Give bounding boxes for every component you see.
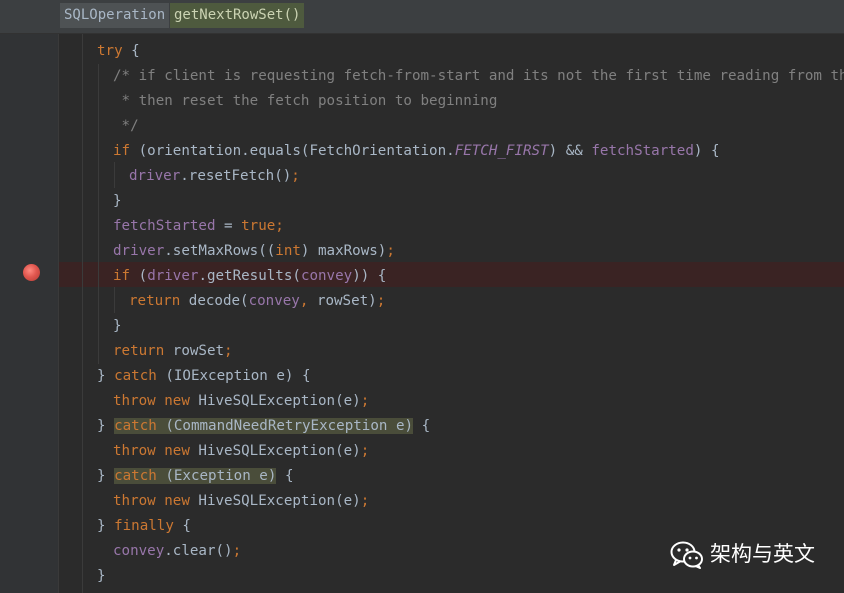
wechat-icon [670, 541, 703, 569]
breadcrumb-method[interactable]: getNextRowSet() [170, 3, 305, 28]
code-line[interactable]: driver.resetFetch(); [129, 164, 300, 189]
code-line[interactable]: if (orientation.equals(FetchOrientation.… [113, 139, 720, 164]
breadcrumb-class[interactable]: SQLOperation [60, 3, 170, 28]
code-line[interactable]: return rowSet; [113, 339, 233, 364]
code-comment[interactable]: * then reset the fetch position to begin… [113, 89, 498, 114]
code-line[interactable]: throw new HiveSQLException(e); [113, 389, 369, 414]
keyword: try [97, 43, 123, 59]
watermark-text: 架构与英文 [710, 542, 815, 566]
code-line[interactable]: } finally { [97, 514, 191, 539]
usage-highlight: catch (CommandNeedRetryException e) [114, 418, 414, 434]
code-line[interactable]: driver.setMaxRows((int) maxRows); [113, 239, 395, 264]
watermark: 架构与英文 [670, 538, 815, 570]
code-editor[interactable]: SQLOperation getNextRowSet() try { /* if… [0, 0, 844, 593]
code-line[interactable]: } catch (IOException e) { [97, 364, 311, 389]
code-line[interactable]: } catch (CommandNeedRetryException e) { [97, 414, 430, 439]
code-line[interactable]: convey.clear(); [113, 539, 241, 564]
breadcrumb: SQLOperation getNextRowSet() [0, 0, 844, 34]
code-line[interactable]: throw new HiveSQLException(e); [113, 489, 369, 514]
code-comment[interactable]: */ [113, 114, 139, 139]
breakpoint-icon[interactable] [23, 264, 40, 281]
indent-guide [82, 34, 83, 593]
indent-guide [98, 64, 99, 364]
code-line[interactable]: throw new HiveSQLException(e); [113, 439, 369, 464]
code-line[interactable]: } catch (Exception e) { [97, 464, 294, 489]
code-comment[interactable]: /* if client is requesting fetch-from-st… [113, 64, 844, 89]
code-line[interactable]: fetchStarted = true; [113, 214, 284, 239]
code-line[interactable]: try { [97, 39, 140, 64]
code-line[interactable]: } [113, 189, 122, 214]
code-line-breakpoint[interactable]: if (driver.getResults(convey)) { [113, 264, 386, 289]
code-line[interactable]: return decode(convey, rowSet); [129, 289, 385, 314]
code-line[interactable]: } [113, 314, 122, 339]
indent-guide [114, 162, 115, 188]
indent-guide [114, 287, 115, 313]
usage-highlight: catch (Exception e) [114, 468, 277, 484]
editor-gutter[interactable] [0, 34, 59, 593]
code-line[interactable]: } [97, 564, 106, 589]
